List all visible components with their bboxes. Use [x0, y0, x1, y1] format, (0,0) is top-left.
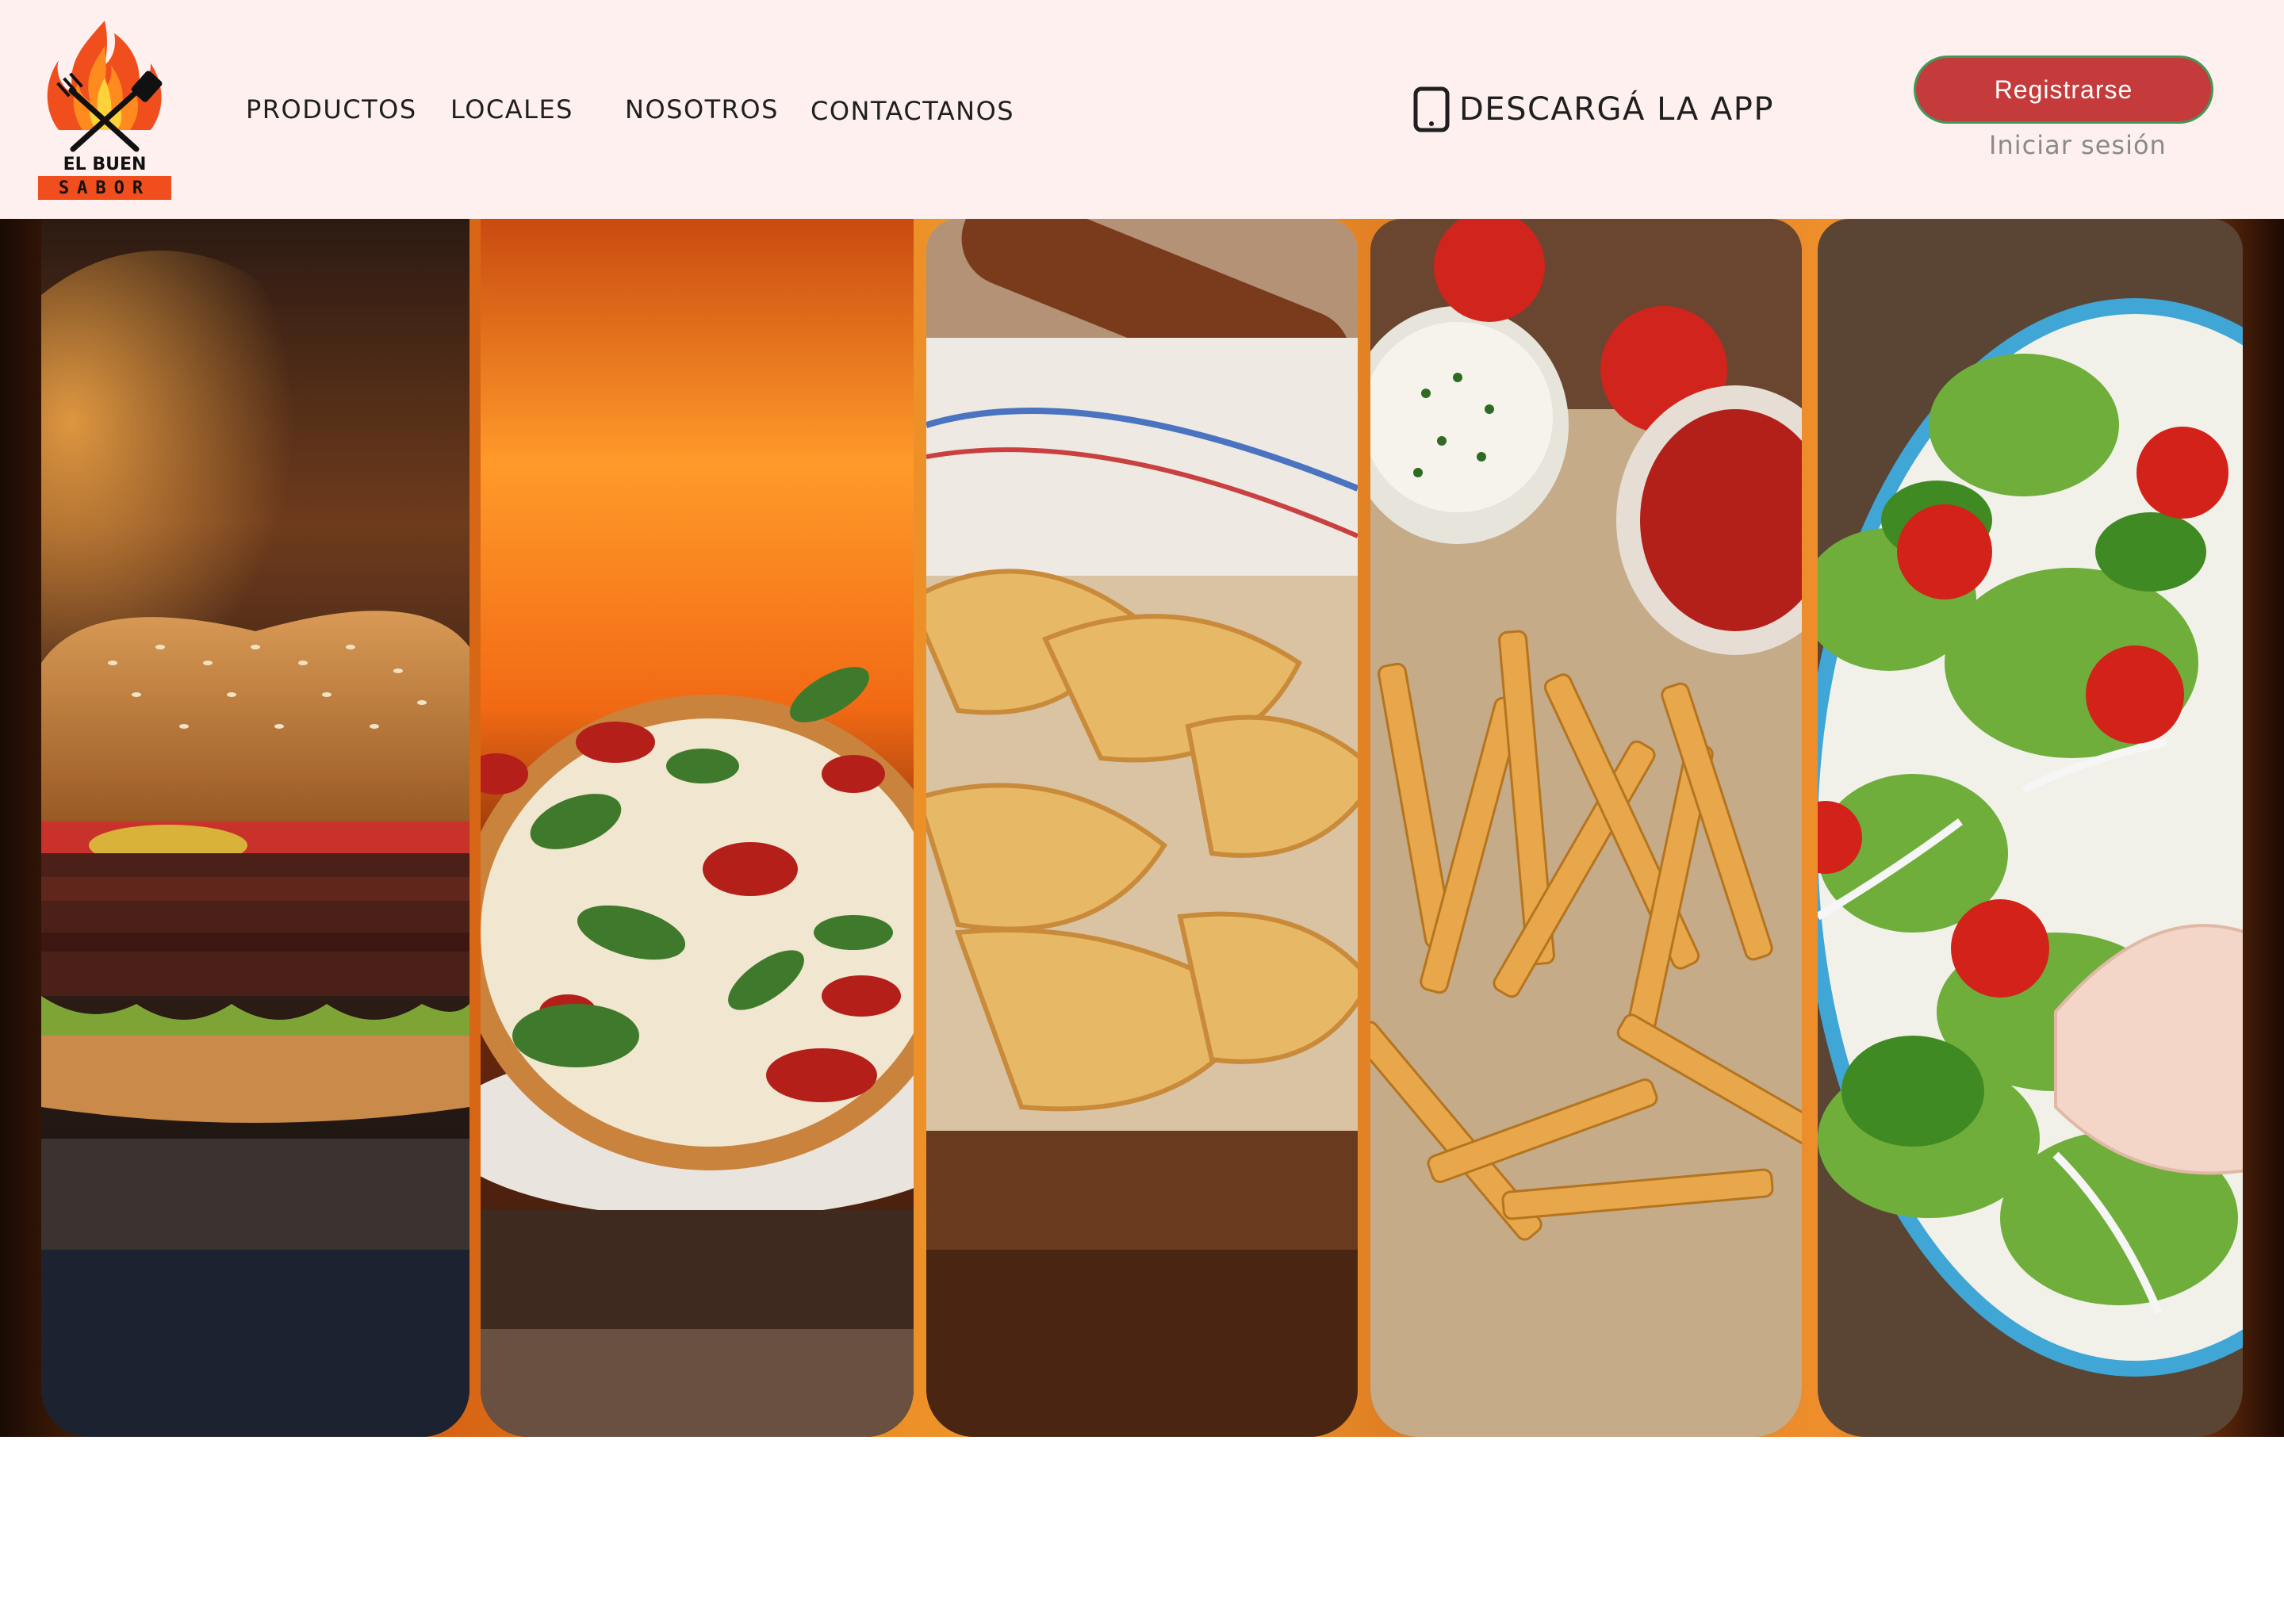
hero-panel-burger[interactable]	[41, 219, 469, 1437]
pizza-image	[481, 219, 914, 1437]
login-link[interactable]: Iniciar sesión	[1989, 130, 2166, 165]
flame-grill-icon: EL BUEN SABOR	[38, 21, 171, 200]
hero-panel-salad[interactable]	[1818, 219, 2243, 1437]
hero-panel-pizza[interactable]	[481, 219, 914, 1437]
hero-panel-empanadas[interactable]	[926, 219, 1358, 1437]
salad-image	[1818, 219, 2243, 1437]
register-button[interactable]: Registrarse	[1914, 56, 2213, 124]
nav-productos[interactable]: PRODUCTOS	[246, 92, 417, 127]
brand-logo[interactable]: EL BUEN SABOR	[35, 14, 174, 205]
hero-panel-fries[interactable]	[1370, 219, 1802, 1437]
download-app-link[interactable]: DESCARGÁ LA APP	[1413, 84, 1774, 135]
smartphone-icon	[1413, 86, 1450, 132]
logo-line2: SABOR	[59, 178, 151, 198]
site-header: EL BUEN SABOR PRODUCTOS LOCALES NOSOTROS…	[0, 0, 2284, 219]
burger-image	[41, 219, 469, 1437]
logo-line1: EL BUEN	[63, 155, 147, 174]
nav-contactanos[interactable]: CONTACTANOS	[811, 94, 1014, 128]
nav-locales[interactable]: LOCALES	[450, 92, 573, 127]
nav-nosotros[interactable]: NOSOTROS	[625, 92, 779, 127]
download-app-label: DESCARGÁ LA APP	[1459, 91, 1775, 128]
hero-gallery	[0, 219, 2284, 1437]
fries-image	[1370, 219, 1802, 1437]
empanadas-image	[926, 219, 1358, 1437]
